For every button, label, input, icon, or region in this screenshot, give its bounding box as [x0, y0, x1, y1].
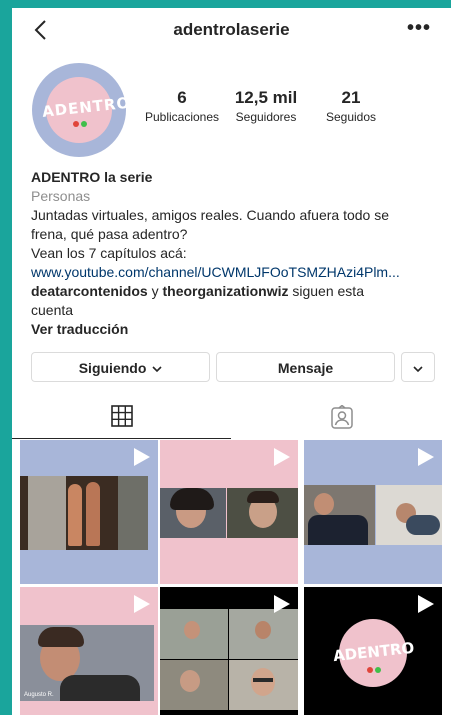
video-frame [160, 660, 228, 710]
stat-posts-value: 6 [177, 88, 187, 107]
stat-following[interactable]: 21 Seguidos [314, 88, 388, 124]
followed-by-and: y [147, 283, 163, 299]
video-frame [160, 609, 228, 659]
stat-posts-label: Publicaciones [144, 110, 220, 124]
see-translation-link[interactable]: Ver traducción [31, 320, 441, 339]
top-bar: adentrolaserie ••• [12, 8, 451, 52]
glasses [253, 678, 273, 682]
person-figure [68, 484, 82, 546]
tagged-person-icon [331, 405, 353, 429]
red-call-icon [73, 121, 79, 127]
video-frame: Augusto R. [20, 625, 154, 701]
post-thumbnail-5[interactable] [160, 587, 298, 715]
followed-by-user-1[interactable]: deatarcontenidos [31, 283, 148, 299]
stat-followers-label: Seguidores [235, 110, 297, 124]
stat-followers-value: 12,5 mil [234, 88, 298, 107]
followed-by-suffix: siguen esta [288, 283, 364, 299]
red-call-icon [367, 667, 373, 673]
following-button-label: Siguiendo [78, 360, 147, 376]
person-face [255, 621, 271, 639]
followed-by-user-2[interactable]: theorganizationwiz [162, 283, 288, 299]
logo-text: ADENTRO [332, 638, 416, 666]
video-frame [20, 476, 148, 550]
person-body [406, 515, 440, 535]
video-frame [376, 485, 442, 545]
profile-screen: adentrolaserie ••• ADENTRO 6 Publicacion… [12, 8, 451, 715]
followed-by-line: deatarcontenidos y theorganizationwiz si… [31, 282, 441, 301]
post-thumbnail-3[interactable] [304, 440, 442, 584]
video-play-icon [134, 448, 150, 466]
profile-bio: ADENTRO la serie Personas Juntadas virtu… [31, 168, 441, 339]
stat-followers[interactable]: 12,5 mil Seguidores [225, 88, 307, 124]
post-thumbnail-6[interactable]: ADENTRO [304, 587, 442, 715]
more-options-icon[interactable]: ••• [407, 17, 431, 40]
video-frame [229, 660, 298, 710]
stat-following-value: 21 [341, 88, 361, 107]
video-frame [304, 485, 375, 545]
stat-posts[interactable]: 6 Publicaciones [142, 88, 222, 124]
video-frame [229, 609, 298, 659]
chevron-down-icon [413, 366, 423, 373]
person-body [308, 515, 368, 545]
avatar[interactable]: ADENTRO [32, 63, 131, 157]
avatar-inner-circle: ADENTRO [41, 77, 131, 143]
logo-circle: ADENTRO [332, 619, 415, 687]
person-body [60, 675, 140, 701]
person-face [180, 670, 200, 692]
message-button[interactable]: Mensaje [216, 352, 395, 382]
post-thumbnail-4[interactable]: Augusto R. [20, 587, 158, 715]
bio-link[interactable]: www.youtube.com/channel/UCWMLJFOoTSMZHAz… [31, 263, 441, 282]
profile-display-name: ADENTRO la serie [31, 169, 153, 185]
post-thumbnail-1[interactable] [20, 440, 158, 584]
person-face [314, 493, 334, 515]
avatar-logo-text: ADENTRO [41, 93, 132, 121]
profile-username: adentrolaserie [173, 20, 290, 39]
stat-following-label: Seguidos [325, 110, 377, 124]
person-face [184, 621, 200, 639]
green-call-icon [375, 667, 381, 673]
hair [170, 488, 214, 510]
green-call-icon [81, 121, 87, 127]
following-button[interactable]: Siguiendo [31, 352, 210, 382]
video-play-icon [274, 448, 290, 466]
profile-category: Personas [31, 188, 91, 204]
person-face [251, 668, 275, 696]
person-figure [86, 482, 100, 546]
followed-by-line-2: cuenta [31, 302, 74, 318]
video-play-icon [418, 448, 434, 466]
grid-icon [111, 405, 133, 427]
chevron-down-icon [152, 366, 162, 373]
bio-text-line-1: Juntadas virtuales, amigos reales. Cuand… [31, 207, 389, 223]
suggested-accounts-button[interactable] [401, 352, 435, 382]
message-button-label: Mensaje [277, 360, 334, 376]
bio-text-line-3: Vean los 7 capítulos acá: [31, 245, 187, 261]
video-play-icon [418, 595, 434, 613]
profile-tabs [12, 396, 451, 439]
window-light [118, 476, 148, 550]
video-frame [227, 488, 298, 538]
video-play-icon [274, 595, 290, 613]
window-light [28, 476, 66, 550]
video-play-icon [134, 595, 150, 613]
hair [247, 491, 279, 503]
bio-text-line-2: frena, qué pasa adentro? [31, 226, 188, 242]
video-frame [160, 488, 226, 538]
posts-grid: Augusto R. ADENTRO [20, 440, 451, 715]
tab-tagged[interactable] [232, 396, 451, 438]
hair [38, 627, 84, 647]
tab-grid[interactable] [12, 396, 231, 439]
post-thumbnail-2[interactable] [160, 440, 298, 584]
video-caption: Augusto R. [24, 692, 54, 698]
